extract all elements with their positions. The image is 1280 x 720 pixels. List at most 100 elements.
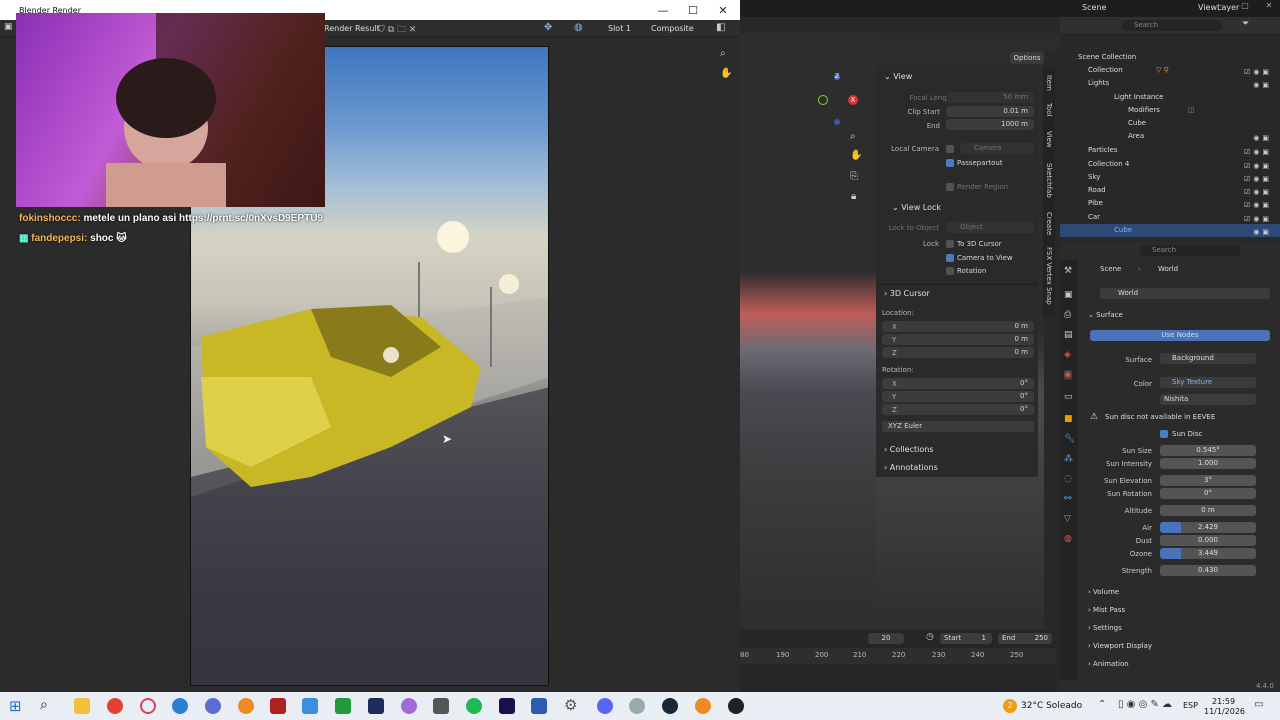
3d-cursor-title[interactable]: › 3D Cursor [884, 289, 930, 298]
sun-elevation-field[interactable]: 3° [1160, 475, 1256, 486]
sun-intensity-field[interactable]: 1.000 [1160, 458, 1256, 469]
use-nodes-button[interactable]: Use Nodes [1090, 330, 1270, 341]
app-icon-2[interactable] [401, 698, 417, 714]
spotify-icon[interactable] [466, 698, 482, 714]
outliner-row[interactable]: Lights ◉▣ [1060, 77, 1280, 90]
opera-icon[interactable] [140, 698, 156, 714]
tab-create[interactable]: Create [1045, 212, 1053, 235]
start-frame-field[interactable]: Start 1 [940, 633, 992, 644]
particles-tab-icon[interactable]: ⁂ [1064, 454, 1073, 464]
strength-field[interactable]: 0.430 [1160, 565, 1256, 576]
outliner-row[interactable]: Car ☑◉▣ [1060, 211, 1280, 224]
altitude-field[interactable]: 0 m [1160, 505, 1256, 516]
end-frame-field[interactable]: End 250 [998, 633, 1052, 644]
location-y-field[interactable]: 0 m [882, 334, 1034, 345]
close-icon[interactable]: ✕ [1258, 1, 1280, 10]
outliner-row[interactable]: Scene Collection [1060, 51, 1280, 64]
scene-tab-icon[interactable]: ◈ [1064, 350, 1071, 360]
properties-search-input[interactable]: Search [1140, 245, 1240, 256]
clip-end-field[interactable]: 1000 m [946, 119, 1034, 130]
pan-hand-icon[interactable]: ✋ [850, 150, 862, 161]
clock-time[interactable]: 21:59 [1212, 697, 1235, 706]
mist-pass-panel[interactable]: › Mist Pass [1088, 606, 1125, 614]
collections-panel[interactable]: › Collections [884, 445, 934, 454]
start-icon[interactable]: ⊞ [9, 697, 22, 715]
tab-sketchfab[interactable]: Sketchfab [1045, 163, 1053, 198]
obs-icon[interactable] [728, 698, 744, 714]
overlay-icon[interactable]: ◍ [574, 22, 583, 33]
file-explorer-icon[interactable] [74, 698, 90, 714]
blender-active-icon[interactable] [695, 698, 711, 714]
outliner-row[interactable]: Collection ▽ ⚲ ☑◉▣ [1060, 64, 1280, 77]
minimize-icon[interactable]: — [648, 0, 678, 20]
current-frame-field[interactable]: 20 [868, 633, 904, 644]
edge-icon[interactable] [172, 698, 188, 714]
constraints-tab-icon[interactable]: ⚯ [1064, 494, 1072, 504]
zoom-icon[interactable]: ⌕ [850, 131, 856, 142]
vscode-icon[interactable] [368, 698, 384, 714]
pycharm-icon[interactable] [335, 698, 351, 714]
fake-user-icon[interactable]: ⛉ ⧉ 🗀︎ ✕ [378, 22, 416, 38]
pan-hand-icon[interactable]: ✋ [720, 68, 732, 79]
sun-disc-checkbox[interactable] [1160, 430, 1168, 438]
outliner-row[interactable]: Collection 4 ☑◉▣ [1060, 158, 1280, 171]
tab-view[interactable]: View [1045, 131, 1053, 148]
color-input-field[interactable]: Sky Texture [1160, 377, 1256, 388]
world-tab-icon[interactable]: ◉ [1064, 370, 1072, 380]
ozone-slider[interactable]: 3.449 [1160, 548, 1256, 559]
outliner-row[interactable]: Cube [1060, 117, 1280, 130]
steam-icon[interactable] [662, 698, 678, 714]
rotation-y-field[interactable]: 0° [882, 391, 1034, 402]
object-tab-icon[interactable]: ■ [1064, 414, 1073, 424]
pass-dropdown[interactable]: Composite [651, 24, 694, 33]
camera-to-view-checkbox[interactable] [946, 254, 954, 262]
image-name-field[interactable]: Render Result [324, 24, 380, 33]
rotation-mode-dropdown[interactable]: XYZ Euler [882, 421, 1034, 432]
zoom-icon[interactable]: ⌕ [720, 48, 726, 59]
outliner-row[interactable]: Area ◉▣ [1060, 130, 1280, 143]
discord-icon[interactable] [597, 698, 613, 714]
outliner-row[interactable]: Sky ☑◉▣ [1060, 171, 1280, 184]
filter-icon[interactable]: ⏷ [1242, 19, 1249, 29]
modifier-tab-icon[interactable]: 🔧︎ [1064, 434, 1075, 444]
slot-dropdown[interactable]: Slot 1 [608, 24, 631, 33]
tab-tool[interactable]: Tool [1045, 103, 1053, 117]
tab-fsx-vertex-snap[interactable]: FSX Vertex Snap [1045, 247, 1053, 305]
lock-icon[interactable]: 🔒︎ [851, 191, 856, 202]
lock-object-field[interactable]: Object [946, 222, 1034, 233]
material-tab-icon[interactable]: ◍ [1064, 534, 1072, 544]
clock-date[interactable]: 11/1/2026 [1204, 707, 1245, 716]
outliner-row[interactable]: Pibe ☑◉▣ [1060, 197, 1280, 210]
maximize-icon[interactable]: ▢ [1234, 1, 1256, 10]
gizmo-x-axis[interactable]: X [848, 95, 858, 105]
collection-tab-icon[interactable]: ▭ [1064, 392, 1073, 402]
weather-badge[interactable]: 2 [1003, 699, 1017, 713]
air-slider[interactable]: 2.429 [1160, 522, 1256, 533]
to-3d-cursor-checkbox[interactable] [946, 240, 954, 248]
sun-size-field[interactable]: 0.545° [1160, 445, 1256, 456]
rotation-z-field[interactable]: 0° [882, 404, 1034, 415]
tab-item[interactable]: Item [1045, 75, 1053, 91]
outliner-row-selected[interactable]: Cube ◉▣ [1060, 224, 1280, 237]
sun-rotation-field[interactable]: 0° [1160, 488, 1256, 499]
view-layer-tab-icon[interactable]: ▤ [1064, 330, 1073, 340]
tool-tab-icon[interactable]: ⚒ [1064, 266, 1072, 276]
display-channels-icon[interactable]: ◧ [716, 22, 725, 33]
viewport-3d[interactable] [740, 33, 876, 630]
visibility-icons[interactable]: ◉▣ [1253, 226, 1272, 239]
video-app-icon[interactable] [270, 698, 286, 714]
gizmo-y-axis[interactable] [818, 95, 828, 105]
rotation-x-field[interactable]: 0° [882, 378, 1034, 389]
location-x-field[interactable]: 0 m [882, 321, 1034, 332]
outliner-row[interactable]: Road ☑◉▣ [1060, 184, 1280, 197]
image-app-icon[interactable] [302, 698, 318, 714]
network-icons[interactable]: ▯ ◉ ◎ ✎ ☁ [1118, 699, 1172, 710]
passepartout-checkbox[interactable] [946, 159, 954, 167]
volume-panel[interactable]: › Volume [1088, 588, 1119, 596]
view-lock-title[interactable]: ⌄ View Lock [892, 203, 941, 212]
editor-type-icon[interactable]: ▣ [4, 22, 13, 32]
notifications-icon[interactable]: ▭ [1254, 699, 1263, 710]
minimize-icon[interactable]: — [1210, 1, 1232, 10]
local-camera-checkbox[interactable] [946, 145, 954, 153]
maximize-icon[interactable]: ☐ [678, 0, 708, 20]
